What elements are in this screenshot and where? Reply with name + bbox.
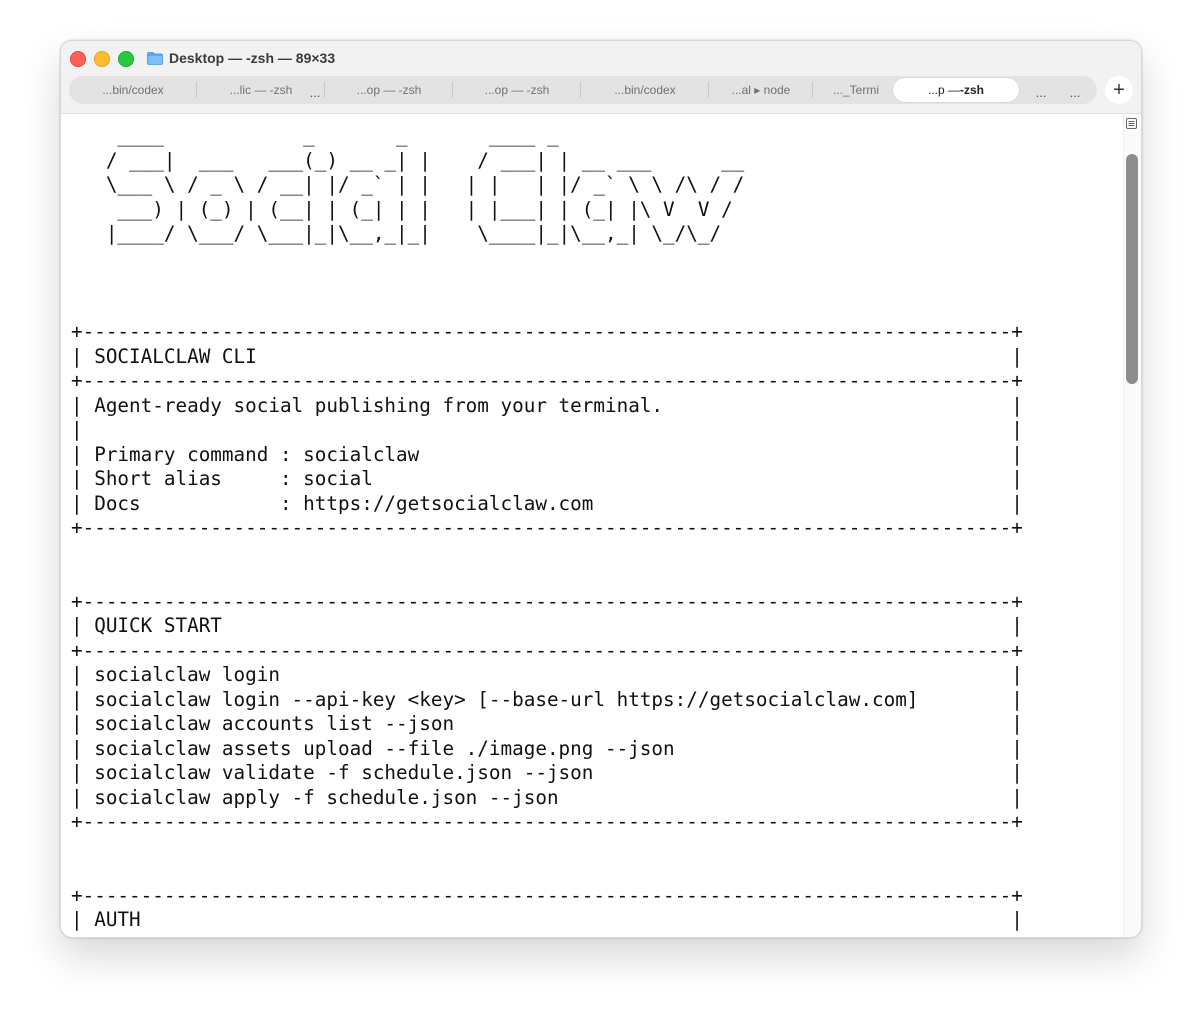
- tab-1-label: ...bin/codex: [102, 83, 164, 97]
- scrollbar-thumb[interactable]: [1126, 154, 1138, 384]
- terminal-line: ____ _ _ ____ _: [71, 124, 559, 147]
- window-title-text: Desktop — -zsh — 89×33: [169, 50, 336, 66]
- terminal-line: +---------------------------------------…: [71, 589, 1023, 613]
- tab-6[interactable]: ...al ▸ node: [709, 76, 813, 104]
- terminal-line: | |: [71, 418, 1023, 441]
- tab-overflow-1[interactable]: ...: [1031, 76, 1051, 104]
- terminal-line: | SOCIALCLAW CLI |: [71, 344, 1023, 368]
- tab-overflow-2[interactable]: ...: [1065, 76, 1085, 104]
- terminal-line: | socialclaw login --api-key <key> [--ba…: [71, 687, 1023, 711]
- terminal-line: | socialclaw login |: [71, 663, 1023, 686]
- terminal-line: | AUTH |: [71, 908, 1023, 931]
- folder-icon: [147, 51, 163, 65]
- tab-8-active[interactable]: ...p — -zsh: [893, 78, 1019, 102]
- terminal-line: +---------------------------------------…: [71, 320, 1023, 343]
- tab-2-overflow[interactable]: ...: [305, 76, 325, 104]
- tab-5[interactable]: ...bin/codex: [581, 76, 709, 104]
- title-bar[interactable]: Desktop — -zsh — 89×33 ...bin/codex ...l…: [61, 41, 1141, 114]
- terminal-output[interactable]: ____ _ _ ____ _ / ___| ___ ___(_) __ _| …: [61, 114, 1123, 937]
- tab-8-label-strong: -zsh: [960, 83, 984, 97]
- tab-7[interactable]: ..._Termi: [813, 76, 899, 104]
- tab-4[interactable]: ...op — -zsh: [453, 76, 581, 104]
- terminal-line: | socialclaw validate -f schedule.json -…: [71, 761, 1023, 784]
- terminal-line: +---------------------------------------…: [71, 516, 1023, 539]
- tab-6-label: ...al ▸ node: [731, 83, 791, 97]
- terminal-line: | socialclaw apply -f schedule.json --js…: [71, 785, 1023, 809]
- tab-overflow-2-label: ...: [1069, 85, 1081, 100]
- terminal-line: +---------------------------------------…: [71, 883, 1023, 907]
- tab-bar: ...bin/codex ...lic — -zsh ... ...op — -…: [69, 76, 1097, 104]
- terminal-line: ___) | (_) | (__| | (_| | | | |___| | (_…: [71, 197, 733, 221]
- terminal-line: | socialclaw assets upload --file ./imag…: [71, 736, 1023, 760]
- close-button[interactable]: [70, 51, 86, 67]
- window-title: Desktop — -zsh — 89×33: [147, 48, 335, 68]
- tab-3-label: ...op — -zsh: [356, 83, 422, 97]
- plus-icon: +: [1113, 78, 1125, 101]
- terminal-line: | Short alias : social |: [71, 467, 1023, 490]
- new-tab-button[interactable]: +: [1105, 76, 1133, 104]
- tab-overflow-1-label: ...: [1035, 85, 1047, 100]
- tab-1[interactable]: ...bin/codex: [69, 76, 197, 104]
- terminal-line: | QUICK START |: [71, 614, 1023, 637]
- tab-4-label: ...op — -zsh: [484, 83, 550, 97]
- terminal-line: +---------------------------------------…: [71, 933, 1023, 938]
- terminal-line: | socialclaw accounts list --json |: [71, 712, 1023, 735]
- terminal-window: Desktop — -zsh — 89×33 ...bin/codex ...l…: [60, 40, 1142, 938]
- scroll-marker-icon[interactable]: [1125, 116, 1137, 130]
- tab-5-label: ...bin/codex: [614, 83, 676, 97]
- terminal-line: | Docs : https://getsocialclaw.com |: [71, 491, 1023, 515]
- tab-2-label: ...lic — -zsh: [229, 83, 293, 97]
- minimize-button[interactable]: [94, 51, 110, 67]
- terminal-line: / ___| ___ ___(_) __ _| | / ___| | __ __…: [71, 148, 745, 172]
- tab-2-overflow-label: ...: [309, 85, 321, 100]
- terminal-line: +---------------------------------------…: [71, 638, 1023, 662]
- tab-7-label: ..._Termi: [832, 83, 879, 97]
- terminal-line: +---------------------------------------…: [71, 369, 1023, 392]
- tab-8-label-prefix: ...p —: [927, 83, 960, 97]
- terminal-line: | Primary command : socialclaw |: [71, 442, 1023, 466]
- zoom-button[interactable]: [118, 51, 134, 67]
- terminal-line: |____/ \___/ \___|_|\__,_|_| \____|_|\__…: [71, 222, 722, 245]
- terminal-line: \___ \ / _ \ / __| |/ _` | | | | | |/ _`…: [71, 173, 745, 196]
- terminal-line: +---------------------------------------…: [71, 810, 1023, 833]
- tab-3[interactable]: ...op — -zsh: [325, 76, 453, 104]
- terminal-line: | Agent-ready social publishing from you…: [71, 393, 1023, 417]
